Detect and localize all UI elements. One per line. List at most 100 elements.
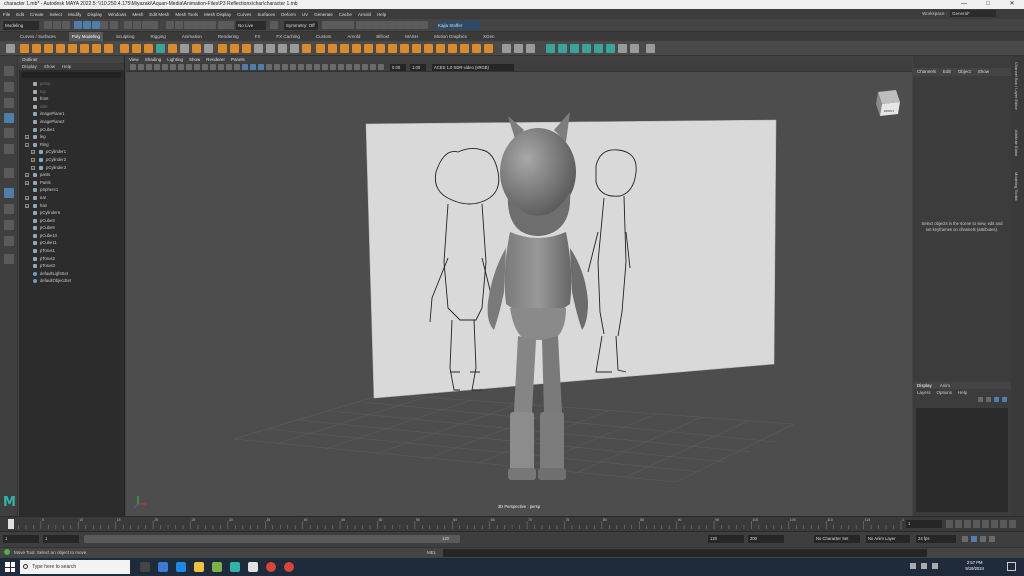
shelf-tool-icon[interactable] [290, 44, 299, 53]
range-handle[interactable] [84, 535, 460, 543]
viewport-tool-icon[interactable] [306, 64, 312, 70]
layout-persp-icon[interactable] [4, 188, 14, 198]
range-start-field[interactable]: 1 [43, 535, 79, 543]
menu-deform[interactable]: Deform [281, 12, 296, 17]
mel-label[interactable]: MEL [427, 549, 436, 557]
status-tool-icon[interactable] [142, 21, 150, 29]
layer-list[interactable] [916, 408, 1008, 512]
status-tool-icon[interactable] [150, 21, 158, 29]
expand-toggle-icon[interactable]: − [25, 142, 29, 147]
shelf-tool-icon[interactable] [278, 44, 287, 53]
chrome-icon[interactable] [266, 562, 276, 572]
shelf-tool-icon[interactable] [328, 44, 337, 53]
menu-file[interactable]: File [3, 12, 10, 17]
app-icon[interactable] [248, 562, 258, 572]
shelf-tool-icon[interactable] [218, 44, 227, 53]
expand-toggle-icon[interactable]: + [31, 165, 35, 170]
loop-icon[interactable] [962, 536, 968, 542]
outliner-item-pants[interactable]: + pants [19, 171, 124, 179]
current-time-marker[interactable] [8, 519, 14, 529]
step-forward-icon[interactable] [991, 520, 998, 528]
shelf-tab-arnold[interactable]: Arnold [344, 32, 363, 41]
menu-arnold[interactable]: Arnold [358, 12, 371, 17]
viewport-tool-icon[interactable] [138, 64, 144, 70]
viewport-tool-icon[interactable] [218, 64, 224, 70]
options-menu[interactable]: Options [937, 389, 953, 396]
status-tool-icon[interactable] [420, 21, 428, 29]
outliner-item-defaultobjectset[interactable]: defaultObjectSet [19, 277, 124, 285]
viewport-menu-show[interactable]: Show [189, 57, 200, 62]
mel-command-input[interactable] [443, 549, 927, 557]
outliner-item-pcylinder1[interactable]: + pCylinder1 [19, 148, 124, 156]
shelf-tab-xgen[interactable]: XGen [480, 32, 498, 41]
expand-toggle-icon[interactable]: + [25, 203, 29, 208]
status-tool-icon[interactable] [110, 21, 118, 29]
shelf-tool-icon[interactable] [230, 44, 239, 53]
status-tool-icon[interactable] [44, 21, 52, 29]
symmetry-dropdown[interactable]: Symmetry: Off [284, 21, 318, 30]
scale-tool-icon[interactable] [4, 144, 14, 154]
shelf-tool-icon[interactable] [582, 44, 591, 53]
near-clip-field[interactable]: 0.00 [390, 64, 406, 71]
layout-outliner-icon[interactable] [4, 236, 14, 246]
preferences-icon[interactable] [989, 536, 995, 542]
tray-arrow-icon[interactable] [910, 563, 916, 569]
status-tool-icon[interactable] [175, 21, 183, 29]
workspace-dropdown[interactable]: General* [950, 10, 996, 17]
menu-cache[interactable]: Cache [339, 12, 352, 17]
shelf-tool-icon[interactable] [340, 44, 349, 53]
menu-mesh[interactable]: Mesh [132, 12, 143, 17]
viewport-tool-icon[interactable] [210, 64, 216, 70]
viewport-tool-icon[interactable] [338, 64, 344, 70]
shelf-tool-icon[interactable] [44, 44, 53, 53]
status-tool-icon[interactable] [322, 21, 330, 29]
taskbar-search-input[interactable]: Type here to search [20, 560, 130, 574]
paint-select-icon[interactable] [4, 98, 14, 108]
channels-menu[interactable]: Channels [917, 68, 936, 76]
viewport-menu-shading[interactable]: Shading [145, 57, 162, 62]
color-space-dropdown[interactable]: ACES 1.0 SDR-video (sRGB) [432, 64, 514, 71]
shelf-tool-icon[interactable] [570, 44, 579, 53]
edge-icon[interactable] [158, 562, 168, 572]
outliner-item-ring[interactable]: − Ring [19, 141, 124, 149]
viewport-menu-renderer[interactable]: Renderer [206, 57, 225, 62]
shelf-tab-fx-caching[interactable]: FX Caching [273, 32, 303, 41]
shelf-tool-icon[interactable] [254, 44, 263, 53]
move-tool-icon[interactable] [4, 113, 14, 123]
auto-key-icon[interactable] [971, 536, 977, 542]
network-icon[interactable] [921, 563, 927, 569]
shelf-tool-icon[interactable] [80, 44, 89, 53]
shelf-tool-icon[interactable] [32, 44, 41, 53]
status-tool-icon[interactable] [356, 21, 364, 29]
viewport-tool-icon[interactable] [378, 64, 384, 70]
viewport-tool-icon[interactable] [186, 64, 192, 70]
outliner-item-pcube9[interactable]: pCube9 [19, 217, 124, 225]
shelf-tab-motion-graphics[interactable]: Motion Graphics [431, 32, 470, 41]
task-view-icon[interactable] [140, 562, 150, 572]
viewport-tool-icon[interactable] [266, 64, 272, 70]
shelf-tool-icon[interactable] [412, 44, 421, 53]
layer-down-icon[interactable] [986, 397, 991, 402]
layers-menu[interactable]: Layers [917, 389, 931, 396]
shelf-tool-icon[interactable] [316, 44, 325, 53]
shelf-tool-icon[interactable] [484, 44, 493, 53]
viewport-tool-icon[interactable] [274, 64, 280, 70]
shelf-tool-icon[interactable] [618, 44, 627, 53]
outliner-item-pants[interactable]: + Pants [19, 179, 124, 187]
menu-mesh-display[interactable]: Mesh Display [204, 12, 231, 17]
object-menu[interactable]: Object [958, 68, 971, 76]
system-clock[interactable]: 2:57 PM 9/19/2024 [965, 560, 984, 572]
status-tool-icon[interactable] [133, 21, 141, 29]
rotate-tool-icon[interactable] [4, 128, 14, 138]
viewport-tool-icon[interactable] [330, 64, 336, 70]
viewport-tool-icon[interactable] [298, 64, 304, 70]
maximize-button[interactable]: □ [976, 0, 1000, 9]
playback-end-field[interactable]: 200 [748, 535, 784, 543]
viewport-tool-icon[interactable] [354, 64, 360, 70]
outliner-item-persp[interactable]: persp [19, 80, 124, 88]
status-tool-icon[interactable] [364, 21, 372, 29]
expand-toggle-icon[interactable]: + [25, 180, 29, 185]
status-tool-icon[interactable] [53, 21, 61, 29]
outliner-item-ptorus3[interactable]: pTorus3 [19, 262, 124, 270]
shelf-tool-icon[interactable] [242, 44, 251, 53]
